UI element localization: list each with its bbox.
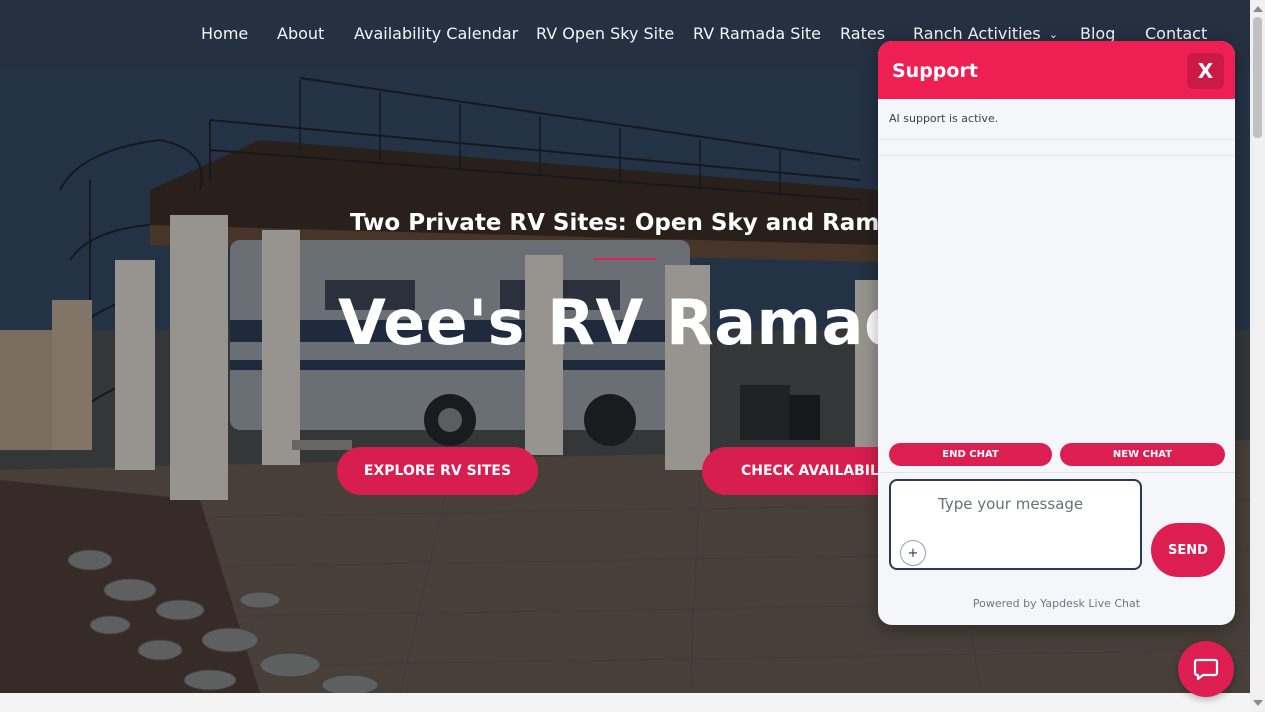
nav-item-about[interactable]: About bbox=[277, 24, 324, 43]
chat-close-button[interactable]: X bbox=[1187, 53, 1224, 89]
chat-messages-area[interactable] bbox=[878, 156, 1235, 436]
page: Home About Availability Calendar RV Open… bbox=[0, 0, 1265, 712]
scroll-down-arrow-icon[interactable] bbox=[1253, 700, 1263, 706]
chat-header: Support X bbox=[878, 41, 1235, 99]
page-bottom-strip bbox=[0, 693, 1250, 712]
check-availability-button[interactable]: CHECK AVAILABILITY bbox=[702, 447, 904, 495]
chat-status-text: AI support is active. bbox=[889, 112, 999, 125]
chat-bubble-icon bbox=[1193, 658, 1219, 681]
new-chat-button[interactable]: NEW CHAT bbox=[1060, 443, 1225, 466]
chat-divider bbox=[878, 472, 1235, 473]
scroll-up-arrow-icon[interactable] bbox=[1253, 6, 1263, 12]
support-chat-widget: Support X AI support is active. END CHAT… bbox=[878, 41, 1235, 625]
nav-item-rv-ramada-site[interactable]: RV Ramada Site bbox=[693, 24, 821, 43]
chat-title: Support bbox=[892, 60, 978, 82]
nav-item-availability-calendar[interactable]: Availability Calendar bbox=[354, 24, 518, 43]
nav-item-home[interactable]: Home bbox=[201, 24, 248, 43]
hero-divider bbox=[594, 258, 656, 260]
end-chat-button[interactable]: END CHAT bbox=[889, 443, 1052, 466]
chat-message-input[interactable]: Type your message + bbox=[889, 479, 1142, 570]
chat-launcher-button[interactable] bbox=[1178, 641, 1234, 697]
chat-input-placeholder: Type your message bbox=[938, 495, 1084, 513]
explore-rv-sites-button[interactable]: EXPLORE RV SITES bbox=[337, 447, 538, 495]
nav-item-rv-open-sky-site[interactable]: RV Open Sky Site bbox=[536, 24, 674, 43]
hero-subtitle: Two Private RV Sites: Open Sky and Ramad… bbox=[350, 210, 927, 236]
scrollbar-thumb[interactable] bbox=[1253, 17, 1262, 138]
hero-title: Vee's RV Ramada bbox=[338, 286, 952, 359]
chevron-down-icon: ⌄ bbox=[1048, 28, 1058, 41]
page-scrollbar[interactable] bbox=[1250, 0, 1265, 712]
powered-by-text: Powered by Yapdesk Live Chat bbox=[972, 597, 1141, 610]
chat-divider bbox=[878, 139, 1235, 140]
plus-icon[interactable]: + bbox=[900, 540, 926, 566]
send-button[interactable]: SEND bbox=[1151, 523, 1225, 577]
